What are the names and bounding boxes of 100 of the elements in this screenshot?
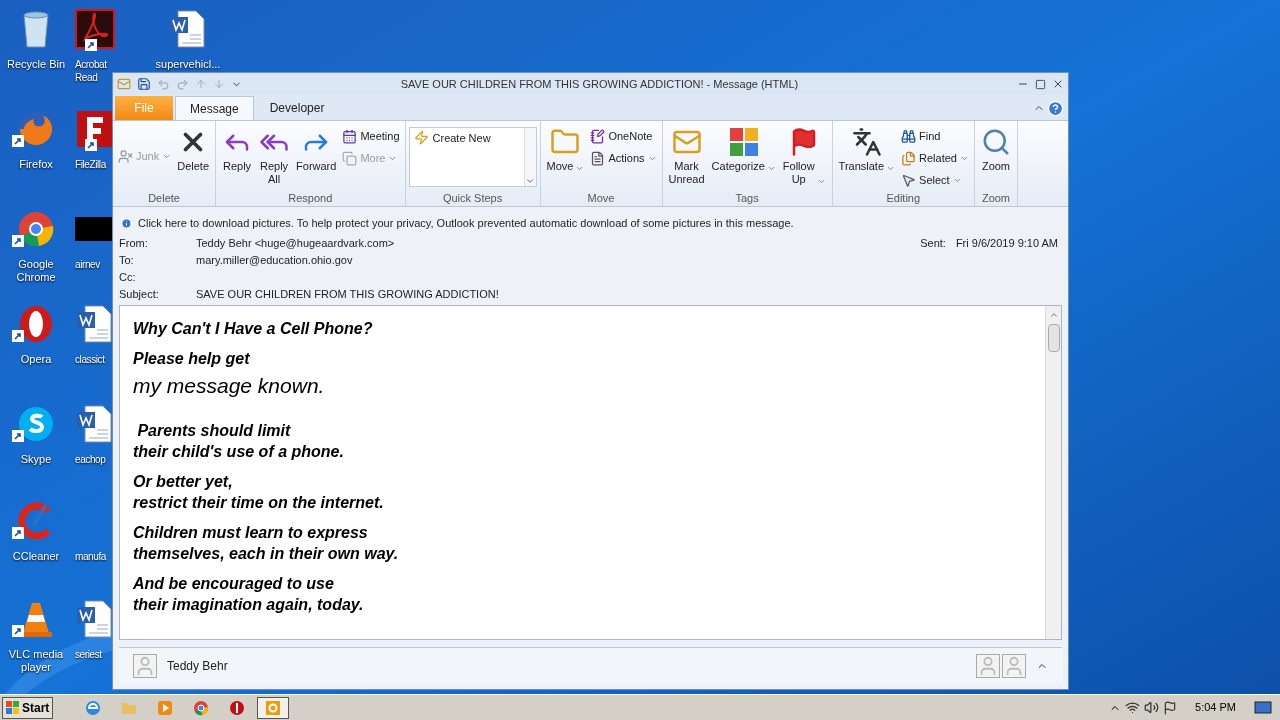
field-value: Teddy Behr <huge@hugeaardvark.com> bbox=[196, 236, 395, 252]
ribbon-button[interactable]: Follow Up bbox=[779, 125, 829, 186]
desktop-icon-label[interactable]: Google Chrome bbox=[0, 258, 72, 284]
field-value: mary.miller@education.ohio.gov bbox=[196, 253, 353, 269]
lightning-icon bbox=[413, 130, 429, 145]
word-document-icon bbox=[168, 9, 208, 49]
translate-icon bbox=[851, 127, 882, 157]
shortcut-arrow-icon bbox=[85, 39, 97, 51]
browser-fox-icon bbox=[16, 109, 56, 149]
envelope-icon bbox=[117, 77, 131, 91]
body-paragraph: Please help get bbox=[133, 349, 251, 369]
field-value: SAVE OUR CHILDREN FROM THIS GROWING ADDICTION! bbox=[196, 287, 499, 303]
undo-icon[interactable] bbox=[157, 77, 170, 91]
desktop-icon-label[interactable]: supervehicl... bbox=[155, 58, 221, 71]
scrollbar[interactable] bbox=[1045, 306, 1061, 639]
ribbon-button[interactable]: Move bbox=[543, 125, 588, 173]
down-arrow-icon[interactable] bbox=[213, 78, 225, 90]
info-bar[interactable]: Click here to download pictures. To help protect your privacy, Outlook prevented automatic download of some pictures in this message. bbox=[119, 213, 1062, 233]
body-paragraph: Or better yet, restrict their time on the internet. bbox=[133, 472, 385, 513]
avatar-icon bbox=[133, 654, 157, 678]
save-icon[interactable] bbox=[137, 77, 151, 91]
taskbar-app[interactable] bbox=[257, 696, 290, 719]
window-title: SAVE OUR CHILDREN FROM THIS GROWING ADDICTION! - Message (HTML) bbox=[399, 76, 800, 92]
group-label: Zoom bbox=[980, 191, 1012, 206]
ribbon-tab[interactable]: Message bbox=[175, 96, 254, 120]
documents-icon bbox=[901, 150, 917, 166]
desktop-icon-label[interactable]: Firefox bbox=[19, 158, 53, 171]
group-label: Quick Steps bbox=[441, 191, 504, 206]
caret-icon bbox=[816, 177, 826, 186]
word-document-icon bbox=[75, 404, 115, 444]
close-icon[interactable] bbox=[1052, 78, 1064, 90]
show-desktop-icon[interactable] bbox=[1254, 699, 1272, 716]
field-value: Fri 9/6/2019 9:10 AM bbox=[955, 236, 1058, 252]
shortcut-arrow-icon bbox=[12, 625, 24, 637]
app-icon bbox=[75, 217, 115, 241]
field-label: From: bbox=[119, 236, 149, 252]
cloud-s-icon bbox=[16, 404, 56, 444]
pdf-app-icon bbox=[75, 9, 115, 49]
desktop-icon-label[interactable]: FileZilla bbox=[75, 158, 106, 171]
copy-icon bbox=[342, 150, 358, 166]
browser-circle-icon bbox=[192, 698, 211, 717]
body-paragraph: Why Can't I Have a Cell Phone? bbox=[133, 319, 374, 339]
desktop-icon-label[interactable]: seriest bbox=[75, 648, 102, 661]
more-icon[interactable] bbox=[525, 176, 536, 186]
ribbon-button[interactable]: Actions bbox=[588, 147, 659, 169]
shortcut-arrow-icon bbox=[12, 430, 24, 442]
ribbon-button[interactable]: OneNote bbox=[588, 125, 659, 147]
calendar-icon bbox=[342, 128, 358, 144]
volume-icon[interactable] bbox=[1144, 700, 1160, 715]
ribbon-button[interactable]: Mark Unread bbox=[665, 125, 708, 186]
app-f-icon bbox=[75, 109, 115, 149]
scroll-up-icon[interactable] bbox=[1048, 310, 1059, 320]
redo-icon[interactable] bbox=[176, 77, 189, 91]
clock[interactable]: 5:04 PM bbox=[1181, 699, 1250, 716]
scroll-thumb[interactable] bbox=[1047, 324, 1060, 352]
help-icon[interactable] bbox=[1047, 100, 1064, 117]
ribbon-button[interactable]: Reply bbox=[219, 125, 256, 173]
browser-circle-icon bbox=[16, 209, 56, 249]
word-document-icon bbox=[75, 304, 115, 344]
desktop-icon-label[interactable]: Recycle Bin bbox=[6, 58, 66, 71]
flag-icon[interactable] bbox=[1163, 700, 1178, 715]
ribbon-button[interactable]: Meeting bbox=[340, 125, 402, 147]
quick-step-item[interactable]: Create New bbox=[409, 128, 524, 146]
ribbon-button[interactable]: Translate bbox=[835, 125, 899, 173]
sender-name: Teddy Behr bbox=[167, 658, 229, 675]
shortcut-arrow-icon bbox=[12, 330, 24, 342]
caret-icon bbox=[886, 164, 896, 173]
ribbon-button[interactable]: Categorize bbox=[708, 125, 779, 173]
ribbon-button[interactable]: Reply All bbox=[256, 125, 293, 186]
desktop-icon-label[interactable]: classict bbox=[75, 353, 105, 366]
desktop-icon-label[interactable]: CCleaner bbox=[12, 550, 60, 563]
document-icon bbox=[590, 150, 606, 166]
group-label: Tags bbox=[734, 191, 760, 206]
network-icon[interactable] bbox=[1125, 700, 1141, 715]
ribbon-button[interactable]: Forward bbox=[293, 125, 340, 173]
avatar-icon bbox=[1002, 654, 1026, 678]
desktop-icon-label[interactable]: Acrobat Read bbox=[75, 58, 111, 84]
ribbon-button[interactable]: Zoom bbox=[977, 125, 1014, 173]
desktop-icon-label[interactable]: Opera bbox=[20, 353, 52, 366]
windows-logo-icon bbox=[6, 700, 20, 715]
shortcut-arrow-icon bbox=[12, 135, 24, 147]
desktop-icon-label[interactable]: eachop bbox=[75, 453, 106, 466]
ribbon-button[interactable]: Related bbox=[899, 147, 971, 169]
body-paragraph: my message known. bbox=[133, 374, 326, 398]
ribbon-button[interactable]: Delete bbox=[174, 125, 213, 173]
pointer-icon bbox=[901, 172, 917, 188]
color-grid-icon bbox=[728, 127, 759, 157]
maximize-icon[interactable] bbox=[1035, 78, 1046, 90]
desktop-icon-label[interactable]: Skype bbox=[20, 453, 52, 466]
desktop-icon-label[interactable]: manufa bbox=[75, 550, 106, 563]
ribbon-button[interactable]: Find bbox=[899, 125, 971, 147]
round-app-icon bbox=[228, 698, 247, 717]
desktop-icon-label[interactable]: VLC media player bbox=[0, 648, 72, 674]
desktop-icon-label[interactable]: airnev bbox=[75, 258, 100, 271]
start-button[interactable]: Start bbox=[2, 696, 54, 719]
body-paragraph: Parents should limit their child's use of a phone. bbox=[133, 421, 345, 462]
ribbon-button[interactable]: Select bbox=[899, 169, 971, 191]
ribbon-tab[interactable]: Developer bbox=[255, 96, 339, 120]
notebook-icon bbox=[590, 128, 606, 144]
group-label: Delete bbox=[147, 191, 181, 206]
